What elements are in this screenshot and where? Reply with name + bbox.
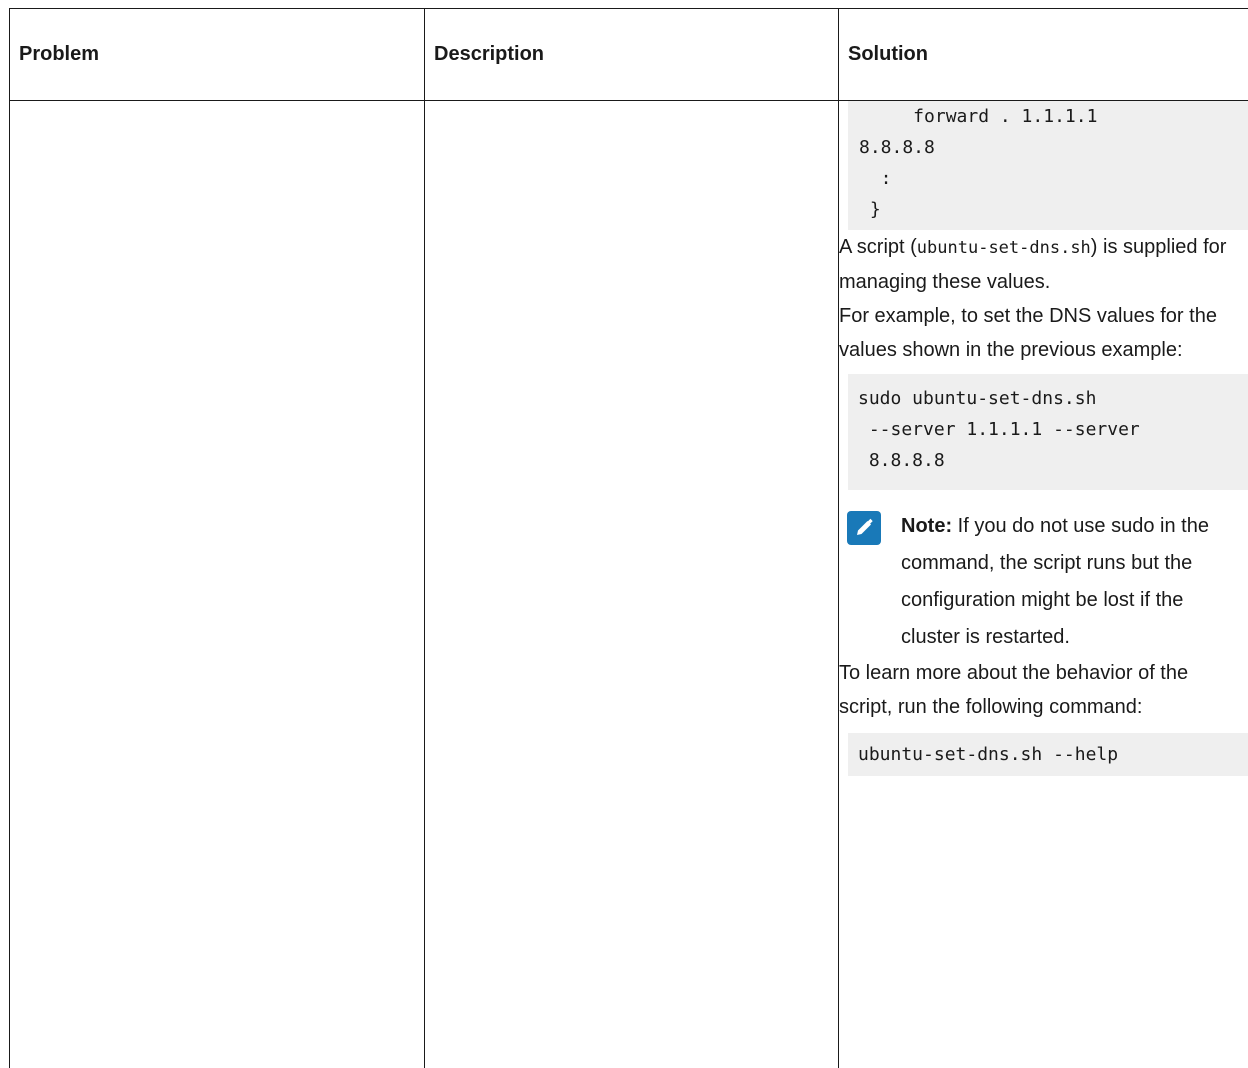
solution-cell: forward . 1.1.1.1 8.8.8.8 : } A script (… (838, 100, 1248, 1068)
pencil-note-icon (847, 511, 881, 545)
table-header-row: Problem Description Solution (9, 8, 1248, 101)
problem-cell (9, 100, 425, 1068)
table-row: forward . 1.1.1.1 8.8.8.8 : } A script (… (9, 100, 1248, 1068)
code-block-sudo-command: sudo ubuntu-set-dns.sh --server 1.1.1.1 … (848, 374, 1248, 490)
script-filename: ubuntu-set-dns.sh (916, 238, 1091, 258)
code-block-forward: forward . 1.1.1.1 8.8.8.8 : } (848, 101, 1248, 230)
code-block-help-command: ubuntu-set-dns.sh --help (848, 733, 1248, 776)
note-label: Note: (901, 515, 953, 537)
script-paragraph: A script (ubuntu-set-dns.sh) is supplied… (839, 230, 1234, 299)
example-paragraph: For example, to set the DNS values for t… (839, 305, 1217, 361)
troubleshooting-table: Problem Description Solution forward . 1… (9, 8, 1248, 1068)
header-problem: Problem (9, 8, 425, 101)
document-page: Problem Description Solution forward . 1… (0, 0, 1248, 1068)
header-solution: Solution (838, 8, 1248, 101)
note-callout: Note: If you do not use sudo in the comm… (847, 508, 1239, 656)
description-cell (424, 100, 839, 1068)
header-description: Description (424, 8, 839, 101)
note-body: Note: If you do not use sudo in the comm… (901, 508, 1221, 656)
learn-more-paragraph: To learn more about the behavior of the … (839, 662, 1189, 718)
pencil-icon-graphic (857, 518, 873, 535)
script-paragraph-prefix: A script ( (839, 236, 917, 258)
